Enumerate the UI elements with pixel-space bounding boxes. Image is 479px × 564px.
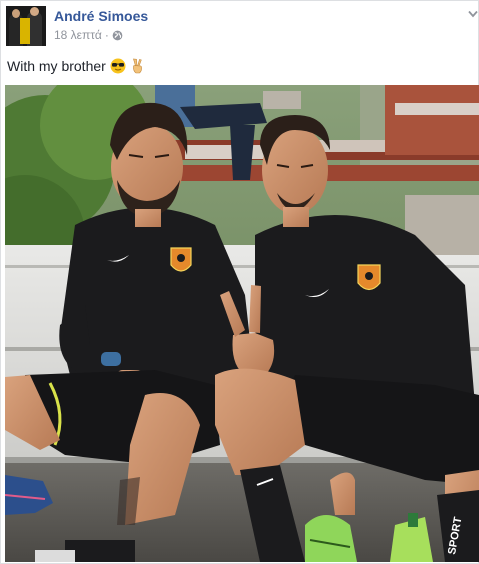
timestamp-link[interactable]: 18 λεπτά xyxy=(54,28,102,42)
post-caption: With my brother xyxy=(7,58,144,74)
facebook-post: André Simoes 18 λεπτά · With my brother xyxy=(0,0,479,564)
author-avatar[interactable] xyxy=(6,6,46,46)
chevron-down-icon[interactable] xyxy=(468,10,478,18)
post-meta: 18 λεπτά · xyxy=(54,28,123,42)
post-photo[interactable]: SPORT xyxy=(5,85,479,562)
victory-hand-emoji-icon xyxy=(132,58,142,74)
caption-text: With my brother xyxy=(7,58,106,74)
globe-icon[interactable] xyxy=(112,30,123,41)
author-name-link[interactable]: André Simoes xyxy=(54,8,148,24)
sunglasses-emoji-icon xyxy=(110,58,126,74)
meta-separator: · xyxy=(104,28,109,42)
